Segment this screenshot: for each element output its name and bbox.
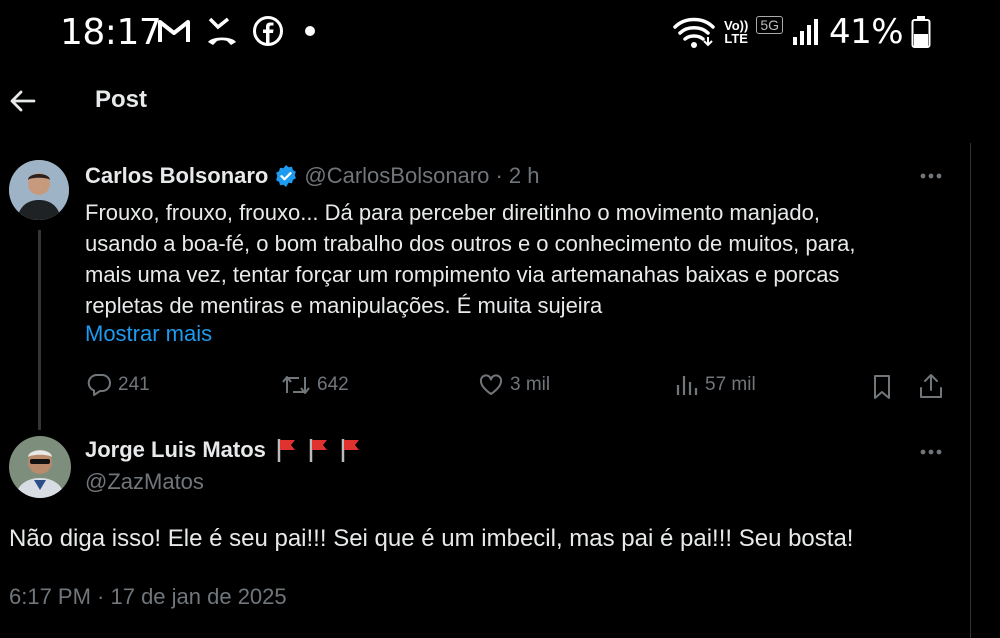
heart-icon — [479, 374, 503, 395]
clock: 18:17 — [60, 12, 162, 53]
like-button[interactable]: 3 mil — [478, 373, 550, 397]
more-notifications-dot — [305, 26, 315, 36]
author-handle[interactable]: @CarlosBolsonaro · 2 h — [304, 163, 539, 189]
red-flag-icon — [341, 439, 359, 462]
tweet-line: repletas de mentiras e manipulações. É m… — [85, 293, 603, 318]
reply-icon — [87, 374, 111, 396]
views-count: 57 mil — [705, 374, 756, 395]
like-count: 3 mil — [510, 374, 551, 395]
avatar-image — [9, 160, 69, 220]
notification-icons — [157, 16, 315, 46]
thread-line — [38, 230, 41, 430]
reply-avatar-image — [9, 436, 71, 498]
more-options-icon[interactable] — [919, 172, 943, 180]
more-options-icon[interactable] — [919, 448, 943, 456]
retweet-button[interactable]: 642 — [281, 373, 349, 397]
missed-call-icon — [208, 17, 236, 45]
system-icons: Vo)) LTE 5G 41% — [672, 12, 931, 52]
reply-timestamp: 6:17 PM · 17 de jan de 2025 — [9, 584, 287, 609]
page-title: Post — [95, 86, 148, 113]
reply-author-name[interactable]: Jorge Luis Matos — [85, 437, 266, 463]
divider — [970, 143, 971, 638]
reply-count: 241 — [118, 374, 150, 395]
views-button[interactable]: 57 mil — [675, 373, 756, 397]
share-icon[interactable] — [918, 372, 944, 400]
reply-avatar[interactable] — [9, 436, 71, 498]
author-name[interactable]: Carlos Bolsonaro — [85, 163, 268, 189]
battery-percentage: 41% — [829, 12, 904, 52]
bookmark-icon[interactable] — [870, 374, 894, 400]
reply-text: Não diga isso! Ele é seu pai!!! Sei que … — [9, 525, 854, 552]
tweet-line: Frouxo, frouxo, frouxo... Dá para perceb… — [85, 200, 820, 225]
show-more-link[interactable]: Mostrar mais — [85, 321, 212, 347]
status-bar: 18:17 Vo)) LTE 5G 41% — [0, 0, 1000, 70]
battery-icon — [911, 16, 931, 48]
tweet-header: Carlos Bolsonaro @CarlosBolsonaro · 2 h — [85, 163, 539, 189]
back-arrow-icon[interactable] — [8, 86, 38, 116]
avatar[interactable] — [9, 160, 69, 220]
views-icon — [676, 376, 698, 395]
reply-author-handle[interactable]: @ZazMatos — [85, 469, 204, 495]
verified-badge-icon — [276, 165, 297, 187]
tweet-line: mais uma vez, tentar forçar um rompiment… — [85, 262, 840, 287]
top-bar: Post — [0, 80, 1000, 124]
wifi-icon — [673, 17, 715, 48]
tweet-line: usando a boa-fé, o bom trabalho dos outr… — [85, 231, 856, 256]
reply-header: Jorge Luis Matos — [85, 437, 362, 463]
volte-indicator: Vo)) LTE — [724, 19, 748, 45]
retweet-icon — [282, 376, 310, 394]
gmail-icon — [158, 20, 190, 42]
reply-button[interactable]: 241 — [86, 373, 150, 397]
tweet-text: Frouxo, frouxo, frouxo... Dá para perceb… — [85, 197, 965, 321]
red-flag-icon — [277, 439, 295, 462]
volte-bottom: LTE — [724, 31, 748, 46]
retweet-count: 642 — [317, 374, 349, 395]
network-type: 5G — [756, 16, 783, 34]
red-flag-icon — [309, 439, 327, 462]
signal-icon — [793, 19, 818, 45]
facebook-icon — [253, 16, 283, 46]
